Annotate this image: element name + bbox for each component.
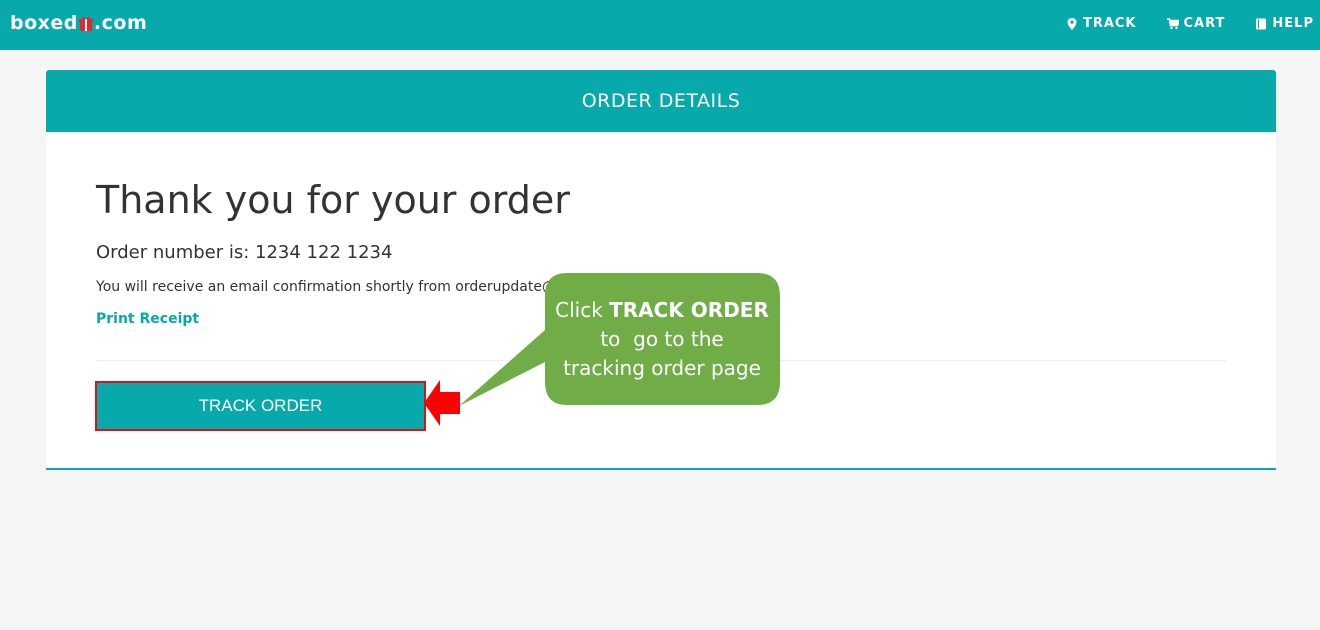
callout-prefix: Click	[555, 297, 610, 322]
cart-icon	[1166, 17, 1179, 29]
main-nav: TRACK CART HELP	[1066, 16, 1314, 31]
print-receipt-link[interactable]: Print Receipt	[96, 311, 199, 327]
map-marker-icon	[1067, 17, 1077, 30]
book-icon	[1256, 18, 1267, 29]
nav-track-label: TRACK	[1082, 16, 1137, 31]
callout-text: Click TRACK ORDER to go to the tracking …	[545, 273, 779, 405]
callout-line-2: to go to the	[600, 326, 724, 351]
nav-cart[interactable]: CART	[1166, 16, 1226, 31]
nav-help[interactable]: HELP	[1255, 16, 1314, 31]
nav-help-label: HELP	[1272, 16, 1314, 31]
order-number: Order number is: 1234 122 1234	[96, 242, 393, 263]
gift-icon	[78, 15, 93, 31]
callout-line-3: tracking order page	[563, 355, 761, 380]
logo-suffix: .com	[93, 12, 148, 34]
logo[interactable]: boxed .com	[10, 10, 147, 36]
nav-track[interactable]: TRACK	[1066, 16, 1137, 31]
nav-cart-label: CART	[1183, 16, 1226, 31]
callout-line-1: Click TRACK ORDER	[555, 296, 769, 325]
track-order-button[interactable]: TRACK ORDER	[95, 381, 426, 431]
logo-prefix: boxed	[10, 12, 78, 34]
page-title: Thank you for your order	[96, 178, 570, 222]
card-header: ORDER DETAILS	[46, 70, 1276, 132]
callout-emphasis: TRACK ORDER	[609, 297, 769, 322]
top-navbar: boxed .com TRACK CART HELP	[0, 0, 1320, 50]
